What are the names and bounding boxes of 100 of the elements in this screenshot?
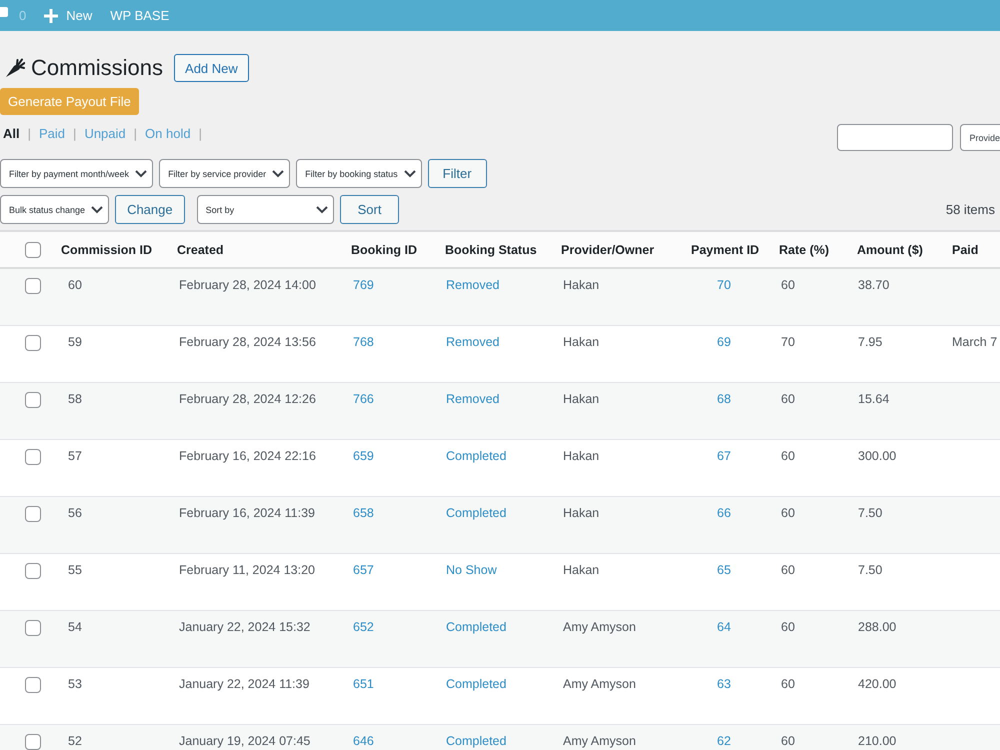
table-cell: Hakan xyxy=(563,449,600,463)
status-link[interactable]: Removed xyxy=(446,335,500,349)
table-cell: 60 xyxy=(781,620,795,634)
payment-link[interactable]: 69 xyxy=(717,335,731,349)
table-cell: Amy Amyson xyxy=(563,677,636,691)
table-cell: 54 xyxy=(68,620,82,634)
booking-link[interactable]: 657 xyxy=(353,563,374,577)
sort-button[interactable]: Sort xyxy=(340,195,400,224)
view-link[interactable]: On hold xyxy=(145,124,191,144)
booking-link[interactable]: 658 xyxy=(353,506,374,520)
bulk-status-select[interactable]: Bulk status change xyxy=(0,195,110,224)
booking-link[interactable]: 766 xyxy=(353,392,374,406)
row-checkbox[interactable] xyxy=(25,278,41,294)
table-cell: 7.50 xyxy=(858,506,882,520)
column-header: Paid xyxy=(952,242,978,256)
select-all-checkbox[interactable] xyxy=(25,242,41,258)
table-cell: 60 xyxy=(781,449,795,463)
generate-payout-button[interactable]: Generate Payout File xyxy=(0,88,139,115)
table-cell: March 7 xyxy=(952,335,998,349)
booking-link[interactable]: 651 xyxy=(353,677,374,691)
status-link[interactable]: Completed xyxy=(446,449,506,463)
booking-link[interactable]: 659 xyxy=(353,449,374,463)
booking-link[interactable]: 652 xyxy=(353,620,374,634)
change-button[interactable]: Change xyxy=(115,195,185,224)
provider-select[interactable]: Provide xyxy=(960,124,1000,151)
table-cell: 58 xyxy=(68,392,82,406)
status-link[interactable]: No Show xyxy=(446,563,497,577)
table-cell: February 16, 2024 11:39 xyxy=(179,506,315,520)
payment-link[interactable]: 68 xyxy=(717,392,731,406)
carrot-icon xyxy=(5,58,25,78)
filter-select[interactable]: Filter by booking status xyxy=(296,159,422,188)
table-cell: 300.00 xyxy=(858,449,896,463)
table-cell: Hakan xyxy=(563,392,600,406)
table-cell: February 28, 2024 12:26 xyxy=(179,392,316,406)
booking-link[interactable]: 768 xyxy=(353,335,374,349)
table-cell: January 22, 2024 15:32 xyxy=(179,620,310,634)
status-link[interactable]: Completed xyxy=(446,677,506,691)
row-checkbox[interactable] xyxy=(25,392,41,408)
table-cell: February 28, 2024 13:56 xyxy=(179,335,316,349)
filter-select[interactable]: Filter by service provider xyxy=(159,159,290,188)
view-link[interactable]: Unpaid xyxy=(84,124,126,144)
sort-select[interactable]: Sort by xyxy=(196,195,334,224)
filter-select[interactable]: Filter by payment month/week xyxy=(0,159,154,188)
row-checkbox[interactable] xyxy=(25,734,41,750)
payment-link[interactable]: 70 xyxy=(717,278,731,292)
column-header: Payment ID xyxy=(691,242,760,256)
row-checkbox[interactable] xyxy=(25,506,41,522)
payment-link[interactable]: 64 xyxy=(717,620,731,634)
payment-link[interactable]: 67 xyxy=(717,449,731,463)
table-cell: January 22, 2024 11:39 xyxy=(179,677,310,691)
status-link[interactable]: Removed xyxy=(446,278,500,292)
table-cell: February 28, 2024 14:00 xyxy=(179,278,316,292)
payment-link[interactable]: 63 xyxy=(717,677,731,691)
view-link[interactable]: All xyxy=(3,124,20,144)
column-header: Booking ID xyxy=(351,242,417,256)
booking-link[interactable]: 646 xyxy=(353,734,374,748)
site-name-link[interactable]: WP BASE xyxy=(110,8,170,23)
column-header: Amount ($) xyxy=(857,242,923,256)
table-cell: 60 xyxy=(68,278,82,292)
view-separator: | xyxy=(134,125,138,143)
search-field[interactable] xyxy=(837,124,954,151)
table-cell: 60 xyxy=(781,563,795,577)
chevron-down-icon xyxy=(135,170,148,178)
chevron-down-icon xyxy=(316,206,328,214)
new-link[interactable]: New xyxy=(44,8,92,23)
table-cell: 57 xyxy=(68,449,82,463)
status-link[interactable]: Completed xyxy=(446,506,506,520)
row-checkbox[interactable] xyxy=(25,563,41,579)
add-new-button[interactable]: Add New xyxy=(174,54,249,82)
view-separator: | xyxy=(73,125,76,143)
row-checkbox[interactable] xyxy=(25,620,41,636)
row-checkbox[interactable] xyxy=(25,677,41,693)
table-cell: 52 xyxy=(68,734,82,748)
chevron-down-icon xyxy=(91,206,104,214)
table-cell: 60 xyxy=(781,677,795,691)
table-cell: 7.95 xyxy=(858,335,882,349)
table-cell: January 19, 2024 07:45 xyxy=(179,734,310,748)
table-cell: 59 xyxy=(68,335,82,349)
payment-link[interactable]: 62 xyxy=(717,734,731,748)
table-cell: February 16, 2024 22:16 xyxy=(179,449,316,463)
table-cell: 38.70 xyxy=(858,278,890,292)
table-cell: 15.64 xyxy=(858,392,890,406)
payment-link[interactable]: 66 xyxy=(717,506,731,520)
speech-bubble-icon xyxy=(0,7,8,20)
row-checkbox[interactable] xyxy=(25,449,41,465)
table-cell: Hakan xyxy=(563,278,600,292)
table-cell: 288.00 xyxy=(858,620,896,634)
table-cell: 210.00 xyxy=(858,734,896,748)
status-link[interactable]: Completed xyxy=(446,620,506,634)
payment-link[interactable]: 65 xyxy=(717,563,731,577)
booking-link[interactable]: 769 xyxy=(353,278,374,292)
chevron-down-icon xyxy=(272,170,284,178)
column-header: Rate (%) xyxy=(779,242,830,256)
chevron-down-icon xyxy=(404,170,416,178)
status-link[interactable]: Removed xyxy=(446,392,500,406)
filter-button[interactable]: Filter xyxy=(428,159,487,188)
view-separator: | xyxy=(28,125,32,143)
status-link[interactable]: Completed xyxy=(446,734,506,748)
view-link[interactable]: Paid xyxy=(39,124,66,144)
row-checkbox[interactable] xyxy=(25,335,41,351)
